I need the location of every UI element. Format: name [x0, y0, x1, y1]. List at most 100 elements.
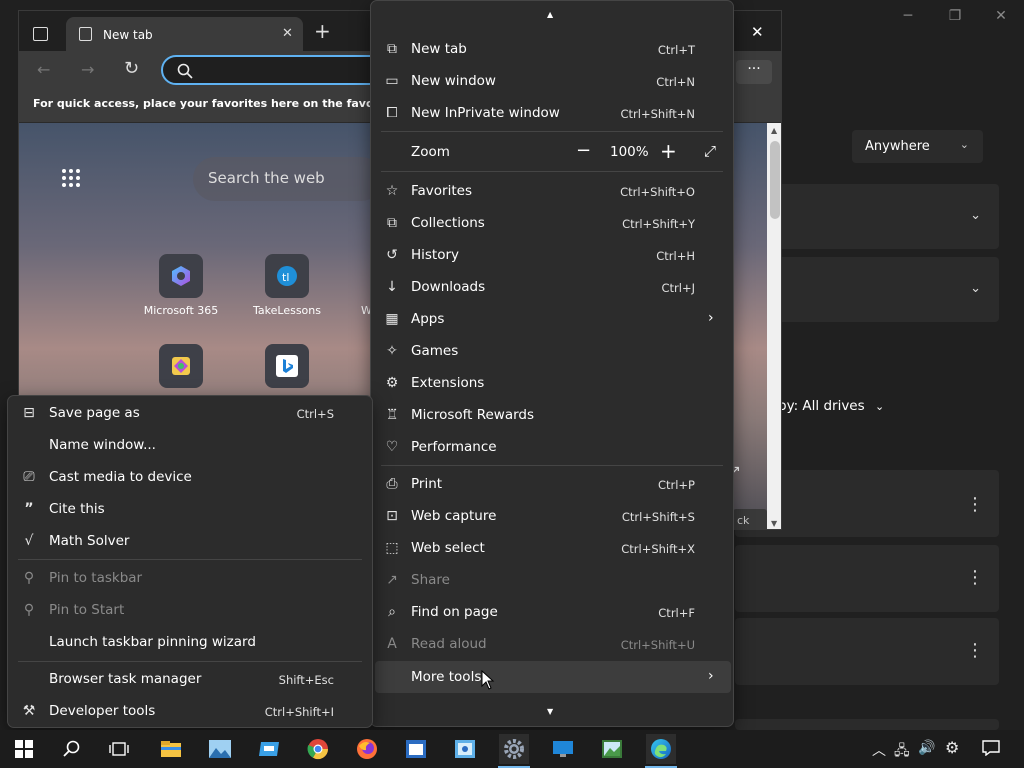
menu-item-developer-tools[interactable]: ⚒ Developer tools Ctrl+Shift+I — [8, 695, 372, 727]
scroll-up-icon[interactable]: ▲ — [547, 10, 553, 19]
menu-item-favorites[interactable]: ☆ Favorites Ctrl+Shift+O — [371, 175, 733, 207]
menu-item-cast-media[interactable]: ⎚ Cast media to device — [8, 461, 372, 493]
list-item[interactable] — [735, 618, 999, 685]
menu-item-web-capture[interactable]: ⊡ Web capture Ctrl+Shift+S — [371, 500, 733, 532]
takelessons-icon[interactable]: tl — [265, 254, 309, 298]
menu-item-name-window[interactable]: Name window... — [8, 429, 372, 461]
scroll-down-icon[interactable]: ▼ — [771, 519, 777, 528]
minimize-icon[interactable]: ─ — [898, 8, 918, 24]
more-options-icon[interactable]: ⋮ — [966, 569, 984, 587]
settings-and-more-button[interactable]: ··· — [736, 60, 772, 84]
notifications-icon[interactable] — [982, 740, 1000, 760]
menu-item-downloads[interactable]: ↓ Downloads Ctrl+J — [371, 271, 733, 303]
menu-item-apps[interactable]: ▦ Apps › — [371, 303, 733, 335]
menu-item-shortcut: Ctrl+S — [296, 407, 334, 421]
menu-item-games[interactable]: ✧ Games — [371, 335, 733, 367]
scroll-up-icon[interactable]: ▲ — [771, 126, 777, 135]
document-app-icon[interactable] — [401, 734, 431, 764]
menu-item-label: Zoom — [411, 144, 450, 160]
menu-item-shortcut: Ctrl+Shift+I — [264, 705, 334, 719]
start-windows-icon[interactable] — [9, 734, 39, 764]
menu-item-new-window[interactable]: ▭ New window Ctrl+N — [371, 65, 733, 97]
math-solver-icon: √ — [24, 533, 34, 549]
app-icon[interactable] — [254, 734, 284, 764]
scrollbar[interactable]: ▲ ▼ — [767, 123, 781, 529]
zoom-out-icon[interactable]: − — [576, 140, 591, 161]
find-icon: ⌕ — [388, 604, 396, 620]
edge-browser-icon[interactable] — [646, 734, 676, 764]
forward-icon[interactable]: → — [81, 60, 94, 79]
taskbar: ︿ 🖧 🔊 ⚙ — [0, 730, 1024, 768]
more-options-icon[interactable]: ⋮ — [966, 496, 984, 514]
settings-gear-icon[interactable]: ⚙ — [945, 738, 959, 757]
menu-item-history[interactable]: ↺ History Ctrl+H — [371, 239, 733, 271]
web-select-icon: ⬚ — [385, 540, 399, 556]
address-bar[interactable] — [161, 55, 391, 85]
app-launcher-icon[interactable] — [61, 168, 81, 188]
volume-icon[interactable]: 🔊 — [918, 740, 935, 756]
sort-dropdown[interactable]: by: All drives ⌄ — [778, 398, 884, 414]
menu-item-label: Web select — [411, 540, 485, 556]
scroll-thumb[interactable] — [770, 141, 780, 219]
chrome-icon[interactable] — [303, 734, 333, 764]
search-icon[interactable] — [57, 734, 87, 764]
chevron-down-icon: ⌄ — [959, 138, 969, 151]
tab-actions-icon[interactable] — [33, 27, 48, 41]
menu-item-more-tools[interactable]: More tools › — [375, 661, 731, 693]
menu-item-find-on-page[interactable]: ⌕ Find on page Ctrl+F — [371, 596, 733, 628]
show-hidden-icons-chevron-icon[interactable]: ︿ — [872, 740, 886, 760]
menu-item-collections[interactable]: ⧉ Collections Ctrl+Shift+Y — [371, 207, 733, 239]
bing-icon[interactable] — [265, 344, 309, 388]
menu-item-cite-this[interactable]: ” Cite this — [8, 493, 372, 525]
new-tab-plus-icon[interactable]: + — [314, 21, 331, 41]
scroll-down-icon[interactable]: ▼ — [547, 707, 553, 716]
office-app-icon[interactable] — [159, 344, 203, 388]
fullscreen-icon[interactable]: ⤢ — [704, 142, 716, 160]
tab-title: New tab — [103, 28, 153, 42]
menu-item-pin-to-start: ⚲ Pin to Start — [8, 594, 372, 626]
menu-item-label: New InPrivate window — [411, 105, 560, 121]
menu-item-shortcut: Shift+Esc — [278, 673, 334, 687]
refresh-icon[interactable]: ↻ — [124, 58, 139, 79]
location-dropdown[interactable]: Anywhere ⌄ — [852, 130, 983, 163]
monitor-app-icon[interactable] — [548, 734, 578, 764]
menu-item-performance[interactable]: ♡ Performance — [371, 431, 733, 463]
menu-item-microsoft-rewards[interactable]: ♖ Microsoft Rewards — [371, 399, 733, 431]
menu-divider — [18, 661, 362, 662]
photos-app-icon[interactable] — [205, 734, 235, 764]
menu-item-web-select[interactable]: ⬚ Web select Ctrl+Shift+X — [371, 532, 733, 564]
settings-gear-icon[interactable] — [499, 734, 529, 764]
menu-item-new-tab[interactable]: ⧉ New tab Ctrl+T — [371, 33, 733, 65]
history-icon: ↺ — [386, 247, 398, 263]
close-window-icon[interactable]: ✕ — [751, 23, 764, 41]
zoom-in-icon[interactable]: + — [660, 139, 677, 163]
close-tab-icon[interactable]: ✕ — [282, 26, 293, 41]
menu-item-math-solver[interactable]: √ Math Solver — [8, 525, 372, 557]
menu-item-new-inprivate-window[interactable]: ⧠ New InPrivate window Ctrl+Shift+N — [371, 97, 733, 129]
back-button[interactable]: ck — [733, 509, 767, 529]
firefox-icon[interactable] — [352, 734, 382, 764]
network-icon[interactable]: 🖧 — [894, 740, 910, 764]
search-the-web-input[interactable]: Search the web — [193, 157, 383, 201]
menu-item-label: Performance — [411, 439, 497, 455]
menu-item-browser-task-manager[interactable]: Browser task manager Shift+Esc — [8, 663, 372, 695]
image-app-icon[interactable] — [450, 734, 480, 764]
microsoft-365-icon[interactable] — [159, 254, 203, 298]
more-options-icon[interactable]: ⋮ — [966, 642, 984, 660]
task-view-icon[interactable] — [104, 734, 134, 764]
list-item[interactable] — [735, 545, 999, 612]
menu-item-launch-taskbar-pinning-wizard[interactable]: Launch taskbar pinning wizard — [8, 626, 372, 658]
file-explorer-icon[interactable] — [156, 734, 186, 764]
menu-item-label: Save page as — [49, 405, 140, 421]
list-item[interactable] — [735, 719, 999, 730]
tab-new-tab[interactable]: New tab ✕ — [66, 17, 303, 51]
restore-icon[interactable]: ❐ — [945, 8, 965, 24]
menu-item-print[interactable]: ⎙ Print Ctrl+P — [371, 468, 733, 500]
menu-item-extensions[interactable]: ⚙ Extensions — [371, 367, 733, 399]
location-dropdown-value: Anywhere — [865, 139, 930, 154]
close-icon[interactable]: ✕ — [991, 8, 1011, 24]
picture-app-icon[interactable] — [597, 734, 627, 764]
back-icon[interactable]: ← — [37, 60, 50, 79]
menu-item-shortcut: Ctrl+Shift+O — [620, 185, 695, 199]
menu-item-save-page-as[interactable]: ⊟ Save page as Ctrl+S — [8, 397, 372, 429]
